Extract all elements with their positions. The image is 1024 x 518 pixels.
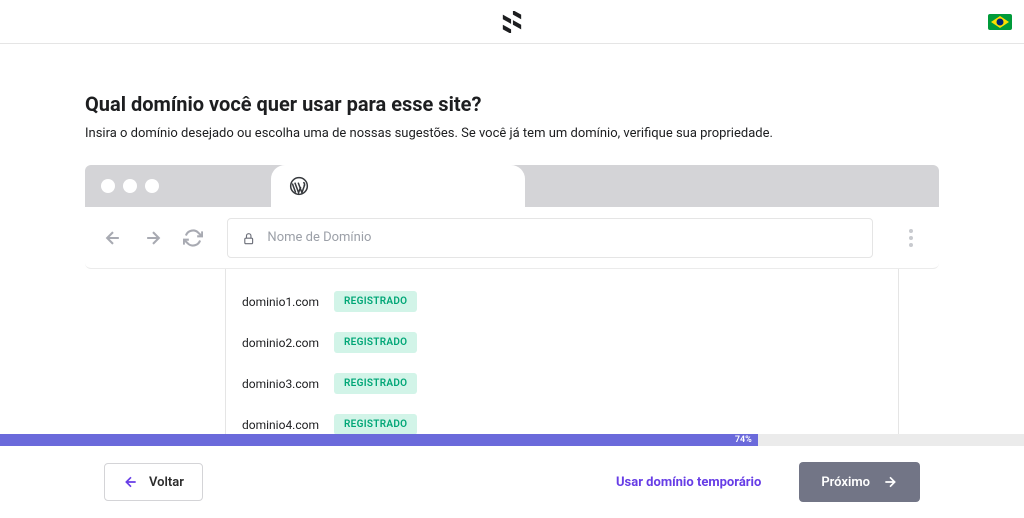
browser-back-icon bbox=[103, 228, 123, 248]
browser-forward-icon bbox=[143, 228, 163, 248]
suggestion-item[interactable]: dominio2.com REGISTRADO bbox=[226, 322, 898, 363]
main-content: Qual domínio você quer usar para esse si… bbox=[0, 44, 1024, 487]
status-badge: REGISTRADO bbox=[334, 291, 417, 312]
status-badge: REGISTRADO bbox=[334, 332, 417, 353]
suggestion-item[interactable]: dominio3.com REGISTRADO bbox=[226, 363, 898, 404]
use-temp-domain-button[interactable]: Usar domínio temporário bbox=[616, 475, 761, 490]
arrow-left-icon bbox=[123, 474, 139, 490]
suggestion-domain-label: dominio3.com bbox=[242, 377, 320, 391]
wordpress-icon bbox=[289, 176, 309, 196]
footer-bar: Voltar Usar domínio temporário Próximo bbox=[0, 446, 1024, 518]
brand-logo bbox=[501, 11, 523, 33]
lock-icon bbox=[242, 231, 255, 245]
page-title: Qual domínio você quer usar para esse si… bbox=[85, 92, 939, 116]
suggestion-domain-label: dominio4.com bbox=[242, 418, 320, 432]
back-button-label: Voltar bbox=[149, 475, 184, 490]
suggestion-item[interactable]: dominio1.com REGISTRADO bbox=[226, 281, 898, 322]
more-options-icon bbox=[901, 228, 921, 248]
progress-label: 74% bbox=[735, 435, 752, 445]
browser-tab-active bbox=[271, 165, 525, 207]
status-badge: REGISTRADO bbox=[334, 373, 417, 394]
browser-refresh-icon bbox=[183, 228, 203, 248]
browser-toolbar bbox=[85, 207, 939, 269]
back-button[interactable]: Voltar bbox=[104, 463, 203, 501]
top-header bbox=[0, 0, 1024, 44]
arrow-right-icon bbox=[882, 474, 898, 490]
browser-tab-bar bbox=[85, 165, 939, 207]
domain-input[interactable] bbox=[267, 230, 858, 245]
locale-flag-brazil[interactable] bbox=[988, 14, 1012, 30]
progress-fill: 74% bbox=[0, 434, 758, 446]
domain-input-wrapper[interactable] bbox=[227, 218, 873, 258]
page-subtitle: Insira o domínio desejado ou escolha uma… bbox=[85, 126, 939, 141]
next-button-label: Próximo bbox=[821, 475, 870, 490]
suggestion-domain-label: dominio2.com bbox=[242, 336, 320, 350]
progress-bar: 74% bbox=[0, 434, 1024, 446]
window-controls bbox=[101, 179, 159, 193]
status-badge: REGISTRADO bbox=[334, 414, 417, 435]
next-button[interactable]: Próximo bbox=[799, 462, 920, 502]
suggestion-domain-label: dominio1.com bbox=[242, 295, 320, 309]
